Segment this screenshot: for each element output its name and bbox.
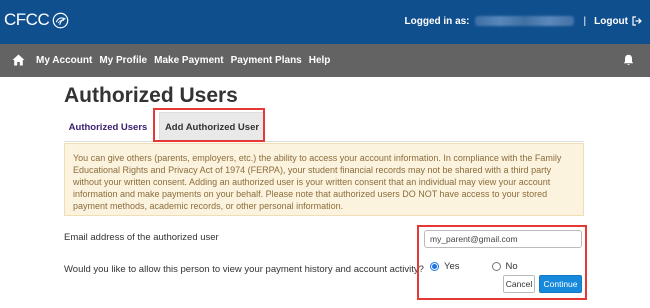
- ferpa-notice: You can give others (parents, employers,…: [64, 143, 584, 216]
- nav-items: My Account My Profile Make Payment Payme…: [36, 44, 337, 77]
- nav-help[interactable]: Help: [309, 55, 331, 66]
- radio-option-no[interactable]: No: [491, 261, 518, 272]
- main-nav: My Account My Profile Make Payment Payme…: [0, 44, 650, 77]
- nav-payment-plans[interactable]: Payment Plans: [231, 55, 302, 66]
- continue-button[interactable]: Continue: [539, 275, 582, 293]
- logo-text: CFCC: [4, 10, 50, 29]
- page-title: Authorized Users: [64, 84, 238, 107]
- top-header: CFCC Logged in as: | Logout: [0, 0, 650, 44]
- email-field[interactable]: [424, 230, 582, 248]
- logout-label: Logout: [594, 15, 628, 27]
- radio-no-label: No: [505, 261, 518, 272]
- radio-yes-label: Yes: [444, 261, 460, 272]
- tab-authorized-users[interactable]: Authorized Users: [64, 112, 152, 142]
- tab-bar: Authorized Users Add Authorized User: [64, 112, 584, 142]
- nav-my-account[interactable]: My Account: [36, 55, 92, 66]
- logged-in-label: Logged in as:: [404, 15, 470, 27]
- home-icon[interactable]: [12, 54, 25, 66]
- tab-highlight-box: [153, 108, 265, 142]
- logo-emblem-icon: [52, 12, 69, 28]
- bell-icon[interactable]: [623, 54, 634, 66]
- allow-history-label: Would you like to allow this person to v…: [64, 264, 424, 275]
- logout-icon: [632, 16, 642, 26]
- nav-my-profile[interactable]: My Profile: [99, 55, 147, 66]
- logout-link[interactable]: Logout: [594, 16, 642, 27]
- radio-option-yes[interactable]: Yes: [430, 261, 460, 272]
- redacted-username: [474, 16, 574, 26]
- radio-no[interactable]: [491, 262, 501, 271]
- email-label: Email address of the authorized user: [64, 232, 219, 243]
- login-status: Logged in as: | Logout: [405, 11, 650, 31]
- allow-history-radio-group: Yes No: [430, 261, 518, 272]
- separator: |: [583, 15, 587, 27]
- cancel-button[interactable]: Cancel: [503, 275, 535, 293]
- logo[interactable]: CFCC: [4, 9, 69, 31]
- nav-make-payment[interactable]: Make Payment: [154, 55, 223, 66]
- radio-yes[interactable]: [430, 262, 439, 271]
